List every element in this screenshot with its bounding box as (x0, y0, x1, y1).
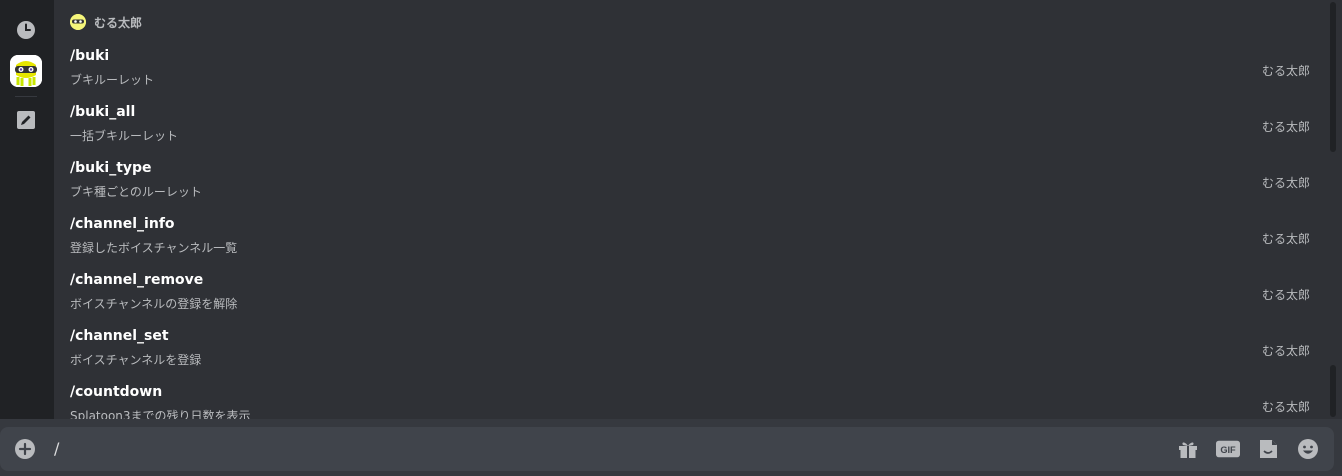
message-input[interactable]: / (54, 439, 59, 458)
command-description: ブキ種ごとのルーレット (70, 185, 202, 199)
command-row[interactable]: /channel_remove ボイスチャンネルの登録を解除 むる太郎 (54, 266, 1326, 322)
bot-mini-avatar (70, 14, 86, 30)
section-header: むる太郎 (70, 12, 142, 32)
command-source: むる太郎 (1261, 120, 1310, 134)
command-description: ブキルーレット (70, 73, 155, 87)
scrollbar-track-end (1330, 365, 1336, 417)
command-name: /buki (70, 48, 110, 64)
command-name: /channel_remove (70, 272, 204, 288)
command-row[interactable]: /buki_type ブキ種ごとのルーレット むる太郎 (54, 154, 1326, 210)
emoji-icon (1298, 439, 1318, 459)
bot-commands-button[interactable] (10, 55, 42, 87)
edit-icon (17, 111, 35, 129)
command-name: /channel_set (70, 328, 169, 344)
command-row[interactable]: /buki_all 一括ブキルーレット むる太郎 (54, 98, 1326, 154)
gift-button[interactable] (1176, 437, 1200, 461)
bot-avatar (10, 55, 42, 87)
command-row[interactable]: /channel_set ボイスチャンネルを登録 むる太郎 (54, 322, 1326, 378)
command-name: /channel_info (70, 216, 175, 232)
command-description: ボイスチャンネルを登録 (70, 353, 202, 367)
command-row[interactable]: /buki ブキルーレット むる太郎 (54, 42, 1326, 98)
gif-icon: GIF (1216, 440, 1240, 458)
scrollbar-thumb[interactable] (1330, 2, 1336, 152)
gif-label: GIF (1220, 445, 1236, 455)
command-source: むる太郎 (1261, 232, 1310, 246)
gift-icon (1179, 442, 1197, 458)
command-description: 一括ブキルーレット (70, 129, 179, 143)
app-root: むる太郎 /buki ブキルーレット むる太郎 /buki_all 一括ブキルー… (0, 0, 1342, 476)
command-description: Splatoon3までの残り日数を表示 (70, 409, 251, 419)
recent-commands-button[interactable] (10, 14, 42, 46)
composer-actions: GIF (1176, 437, 1320, 461)
sticker-button[interactable] (1256, 437, 1280, 461)
command-source: むる太郎 (1261, 344, 1310, 358)
sticker-icon (1260, 440, 1277, 458)
command-description: ボイスチャンネルの登録を解除 (70, 297, 238, 311)
command-description: 登録したボイスチャンネル一覧 (70, 241, 238, 255)
command-name: /buki_type (70, 160, 152, 176)
scrollbar[interactable] (1326, 0, 1342, 419)
command-source: むる太郎 (1261, 400, 1310, 414)
command-list: むる太郎 /buki ブキルーレット むる太郎 /buki_all 一括ブキルー… (54, 0, 1326, 419)
builtin-commands-button[interactable] (10, 104, 42, 136)
command-source: むる太郎 (1261, 288, 1310, 302)
message-composer: / GIF (0, 427, 1334, 471)
command-name: /buki_all (70, 104, 136, 120)
command-source: むる太郎 (1261, 64, 1310, 78)
command-row[interactable]: /countdown Splatoon3までの残り日数を表示 むる太郎 (54, 378, 1326, 419)
command-source: むる太郎 (1261, 176, 1310, 190)
section-title: むる太郎 (94, 15, 143, 30)
emoji-button[interactable] (1296, 437, 1320, 461)
command-name: /countdown (70, 384, 163, 400)
gif-button[interactable]: GIF (1216, 437, 1240, 461)
clock-icon (17, 21, 35, 39)
command-source-rail (0, 0, 54, 419)
plus-circle-icon (15, 439, 35, 459)
command-picker: むる太郎 /buki ブキルーレット むる太郎 /buki_all 一括ブキルー… (0, 0, 1342, 419)
attach-button[interactable] (14, 438, 36, 460)
command-row[interactable]: /channel_info 登録したボイスチャンネル一覧 むる太郎 (54, 210, 1326, 266)
rail-divider (15, 96, 37, 97)
